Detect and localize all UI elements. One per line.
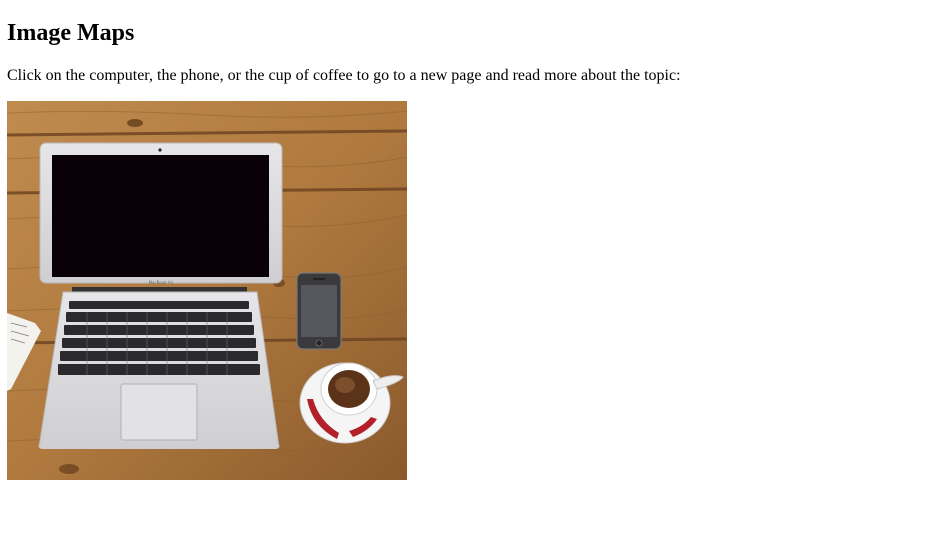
phone-area-link[interactable] xyxy=(295,271,343,351)
intro-text: Click on the computer, the phone, or the… xyxy=(7,67,681,84)
computer-area-link[interactable] xyxy=(39,141,284,451)
workplace-image-map: MacBook Air xyxy=(7,101,407,480)
coffee-area-link[interactable] xyxy=(300,363,390,443)
page-title: Image Maps xyxy=(7,20,135,46)
